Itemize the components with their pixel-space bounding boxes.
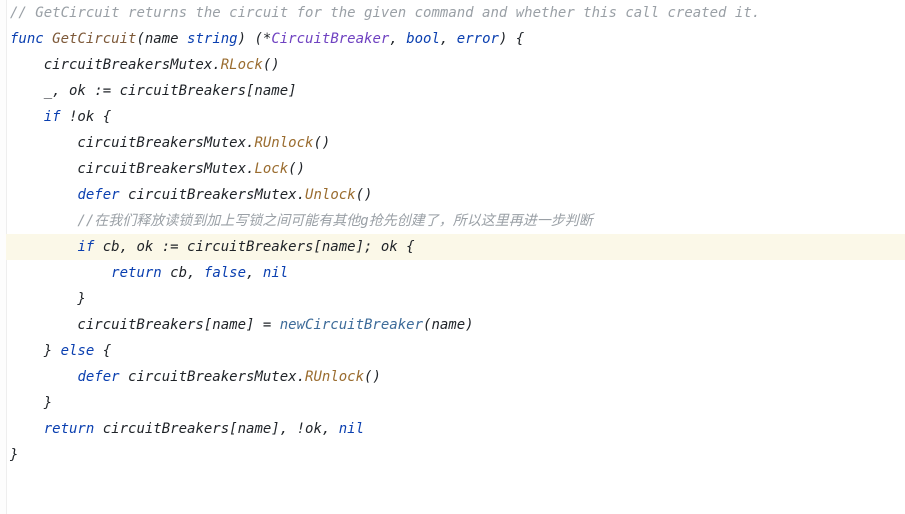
keyword-nil: nil [339,421,364,437]
code-line: if !ok { [6,104,905,130]
keyword-return: return [111,265,162,281]
code-line: // GetCircuit returns the circuit for th… [6,0,905,26]
code-line: //在我们释放读锁到加上写锁之间可能有其他g抢先创建了，所以这里再进一步判断 [6,208,905,234]
code-line: circuitBreakers[name] = newCircuitBreake… [6,312,905,338]
code-line: defer circuitBreakersMutex.RUnlock() [6,364,905,390]
method-rlock: RLock [221,57,263,73]
method-runlock: RUnlock [305,369,364,385]
comment-text: //在我们释放读锁到加上写锁之间可能有其他g抢先创建了，所以这里再进一步判断 [10,213,593,229]
type-circuitbreaker: CircuitBreaker [271,31,389,47]
keyword-if: if [77,239,94,255]
type-error: error [457,31,499,47]
keyword-nil: nil [263,265,288,281]
code-line: return cb, false, nil [6,260,905,286]
code-line-highlighted: if cb, ok := circuitBreakers[name]; ok { [6,234,905,260]
code-line: circuitBreakersMutex.Lock() [6,156,905,182]
code-line: } [6,442,905,468]
code-line: defer circuitBreakersMutex.Unlock() [6,182,905,208]
code-line: circuitBreakersMutex.RUnlock() [6,130,905,156]
code-line: } [6,286,905,312]
keyword-false: false [204,265,246,281]
keyword-return: return [44,421,95,437]
code-line: } [6,390,905,416]
code-editor[interactable]: // GetCircuit returns the circuit for th… [0,0,905,468]
type-bool: bool [406,31,440,47]
code-line: _, ok := circuitBreakers[name] [6,78,905,104]
code-line: func GetCircuit(name string) (*CircuitBr… [6,26,905,52]
method-runlock: RUnlock [254,135,313,151]
code-line: circuitBreakersMutex.RLock() [6,52,905,78]
keyword-defer: defer [77,369,119,385]
method-unlock: Unlock [305,187,356,203]
func-name: GetCircuit [52,31,136,47]
keyword-if: if [44,109,61,125]
code-line: } else { [6,338,905,364]
keyword-defer: defer [77,187,119,203]
keyword-else: else [61,343,95,359]
func-call: newCircuitBreaker [280,317,423,333]
code-line: return circuitBreakers[name], !ok, nil [6,416,905,442]
keyword-func: func [10,31,44,47]
method-lock: Lock [254,161,288,177]
comment-text: // GetCircuit returns the circuit for th… [10,5,760,21]
type-string: string [187,31,238,47]
